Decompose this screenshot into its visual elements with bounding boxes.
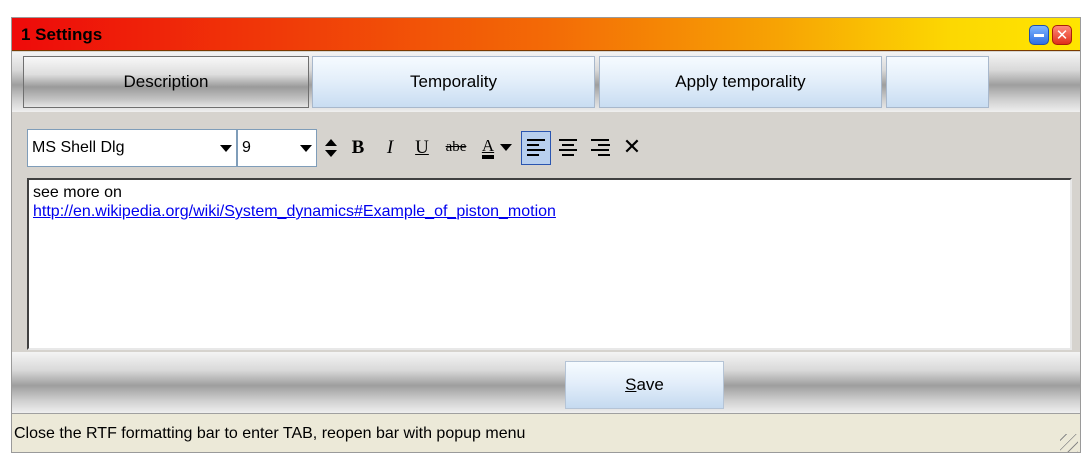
resize-grip-icon[interactable] (1060, 434, 1078, 452)
align-line (591, 149, 609, 151)
font-name-value: MS Shell Dlg (32, 138, 125, 156)
tab-temporality[interactable]: Temporality (312, 56, 595, 108)
align-right-button[interactable] (585, 131, 615, 165)
chevron-down-icon[interactable] (500, 144, 513, 151)
tab-apply-temporality[interactable]: Apply temporality (599, 56, 882, 108)
font-color-button[interactable]: A (475, 130, 519, 166)
chevron-down-icon[interactable] (300, 144, 312, 152)
tab-description[interactable]: Description (23, 56, 309, 108)
tab-strip: Description Temporality Apply temporalit… (12, 52, 1080, 112)
close-toolbar-icon[interactable]: ✕ (619, 130, 645, 166)
chevron-down-icon[interactable] (220, 144, 232, 152)
description-panel: MS Shell Dlg 9 B I U abe A ✕ see more on… (12, 112, 1080, 352)
minimize-icon[interactable] (1029, 25, 1049, 45)
italic-button[interactable]: I (375, 130, 405, 166)
window-title: 1 Settings (21, 25, 103, 44)
title-bar[interactable]: 1 Settings ✕ (12, 18, 1080, 51)
close-icon[interactable]: ✕ (1052, 25, 1072, 45)
editor-text-line: see more on (33, 184, 122, 201)
font-size-value: 9 (242, 138, 251, 156)
save-bar: Save (12, 352, 1080, 413)
align-line (559, 149, 577, 151)
align-left-icon (527, 139, 545, 141)
save-mnemonic: S (625, 375, 637, 394)
align-line (527, 144, 539, 146)
align-line (562, 144, 574, 146)
description-editor[interactable]: see more on http://en.wikipedia.org/wiki… (27, 178, 1072, 350)
spin-down-icon[interactable] (325, 149, 337, 157)
align-right-icon (591, 139, 609, 141)
save-label-rest: ave (636, 375, 664, 394)
font-size-select[interactable]: 9 (237, 128, 317, 167)
font-size-spinner[interactable] (321, 129, 341, 167)
status-text: Close the RTF formatting bar to enter TA… (14, 425, 526, 442)
align-line (527, 149, 545, 151)
align-line (562, 154, 574, 156)
font-name-select[interactable]: MS Shell Dlg (27, 128, 237, 167)
align-center-button[interactable] (553, 131, 583, 165)
align-line (598, 154, 610, 156)
align-line (598, 144, 610, 146)
align-left-button[interactable] (521, 130, 551, 165)
rtf-toolbar: MS Shell Dlg 9 B I U abe A ✕ (27, 126, 738, 169)
underline-button[interactable]: U (407, 130, 437, 166)
spin-up-icon[interactable] (325, 138, 337, 146)
align-center-icon (559, 139, 577, 141)
settings-window: 1 Settings ✕ Description Temporality App… (11, 17, 1081, 453)
status-bar: Close the RTF formatting bar to enter TA… (12, 413, 1080, 452)
tab-empty[interactable] (886, 56, 989, 108)
editor-link[interactable]: http://en.wikipedia.org/wiki/System_dyna… (33, 202, 1066, 221)
align-line (527, 154, 539, 156)
font-color-icon: A (481, 136, 495, 159)
strikethrough-button[interactable]: abe (439, 130, 473, 166)
bold-button[interactable]: B (343, 130, 373, 166)
save-button[interactable]: Save (565, 361, 724, 409)
